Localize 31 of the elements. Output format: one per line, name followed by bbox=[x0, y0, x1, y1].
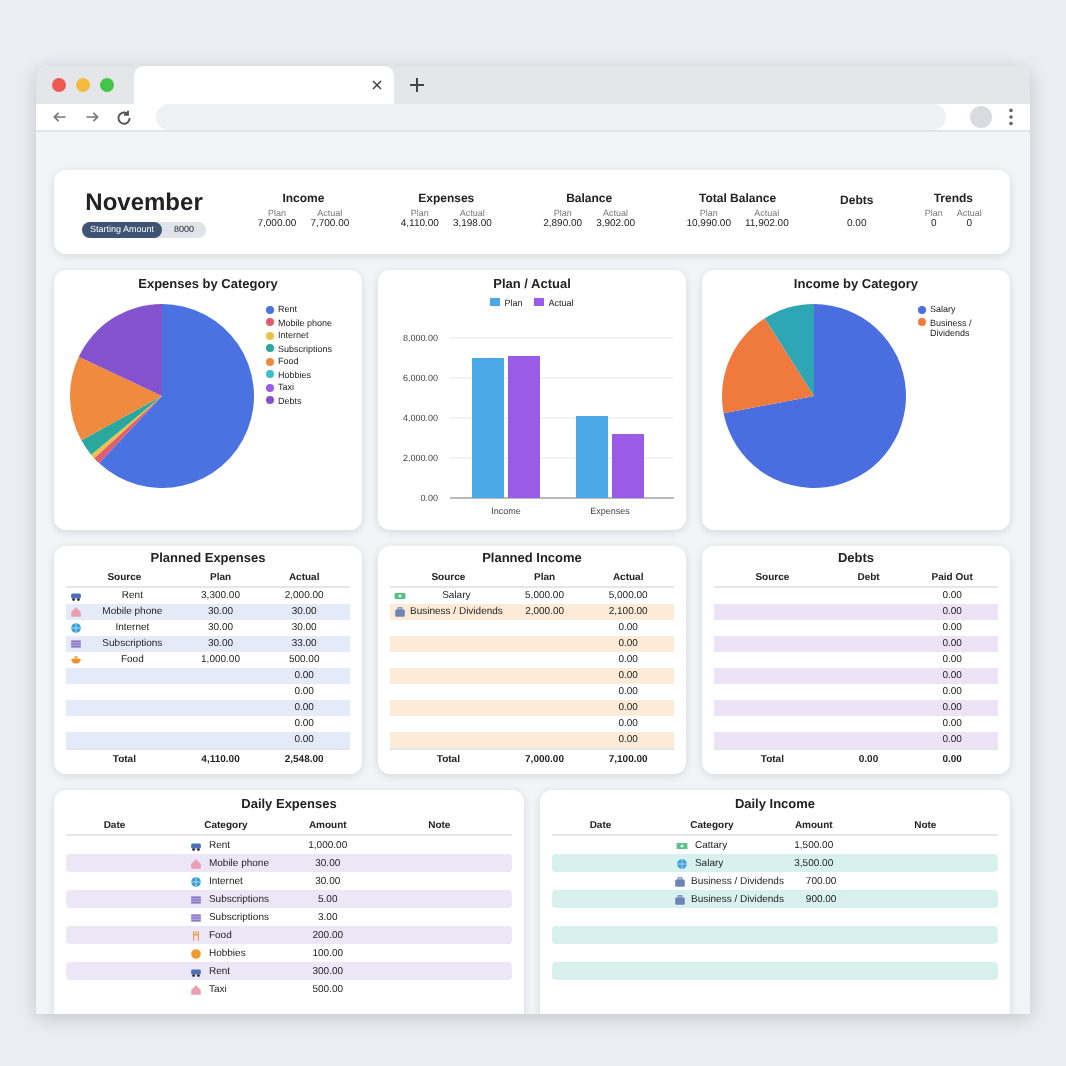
bar bbox=[508, 356, 540, 498]
cash-icon bbox=[676, 839, 689, 851]
fork-icon bbox=[190, 929, 203, 941]
globe-icon bbox=[70, 622, 82, 634]
film-icon bbox=[190, 911, 203, 923]
bar bbox=[612, 434, 644, 498]
cash-icon bbox=[394, 590, 406, 602]
forward-icon[interactable] bbox=[84, 110, 100, 124]
month-title: November bbox=[85, 187, 203, 215]
globe-icon bbox=[190, 875, 203, 887]
film-icon bbox=[70, 638, 82, 650]
reload-icon[interactable] bbox=[116, 109, 132, 125]
car-icon bbox=[190, 839, 203, 851]
bar bbox=[576, 416, 608, 498]
bar bbox=[472, 358, 504, 498]
close-window-icon[interactable] bbox=[52, 78, 66, 92]
film-icon bbox=[190, 893, 203, 905]
bowl-icon bbox=[70, 654, 82, 666]
briefcase-icon bbox=[673, 875, 686, 887]
back-icon[interactable] bbox=[52, 110, 68, 124]
new-tab-icon[interactable] bbox=[410, 78, 424, 92]
car-icon bbox=[190, 965, 203, 977]
briefcase-icon bbox=[673, 893, 686, 905]
menu-icon[interactable] bbox=[1008, 108, 1014, 126]
briefcase-icon bbox=[394, 606, 406, 618]
close-icon[interactable] bbox=[372, 80, 382, 90]
globe-icon bbox=[676, 857, 689, 869]
ball-icon bbox=[190, 947, 203, 959]
house-icon bbox=[190, 857, 203, 869]
car-icon bbox=[70, 590, 82, 602]
house-icon bbox=[70, 606, 82, 618]
